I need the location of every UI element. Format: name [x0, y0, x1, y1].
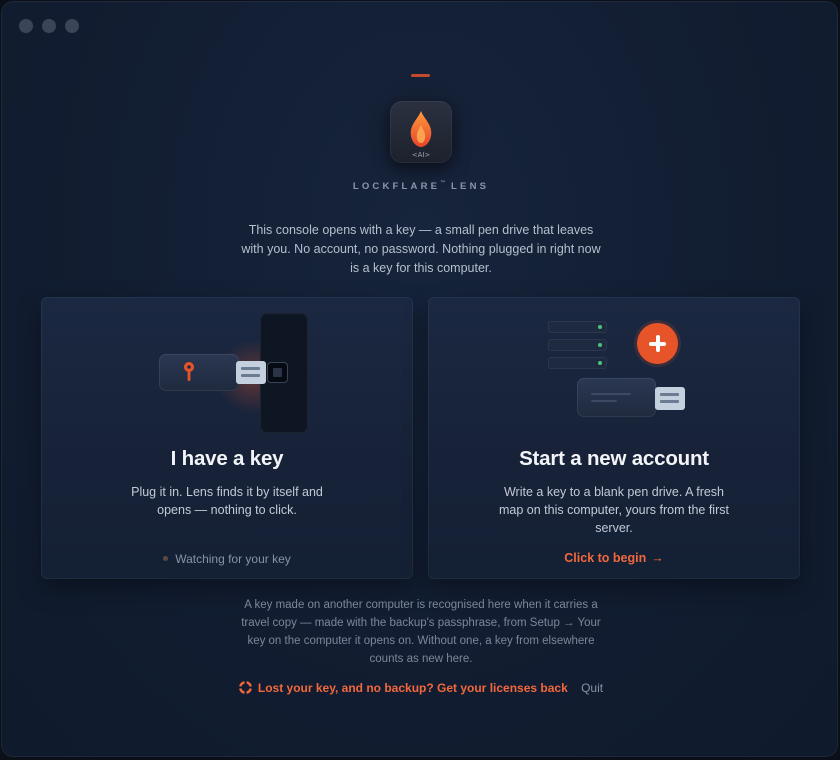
- watching-status: Watching for your key: [41, 552, 413, 566]
- server-rack-icon: [548, 321, 607, 333]
- plus-icon: [637, 323, 678, 364]
- have-key-card[interactable]: I have a key Plug it in. Lens finds it b…: [41, 297, 413, 579]
- travel-copy-note: A key made on another computer is recogn…: [241, 599, 601, 665]
- keyhole-icon: [184, 362, 194, 381]
- flame-icon: [410, 111, 432, 147]
- quit-button[interactable]: Quit: [581, 681, 603, 695]
- window-controls: [19, 19, 79, 33]
- arrow-right-icon: →: [651, 551, 664, 565]
- app-logo: <AI>: [390, 101, 452, 163]
- status-dot-icon: [163, 556, 169, 562]
- intro-text: This console opens with a key — a small …: [241, 223, 601, 275]
- usb-connector: [236, 361, 266, 384]
- card-title: Start a new account: [519, 447, 709, 470]
- close-window-button[interactable]: [19, 19, 33, 33]
- card-description: Write a key to a blank pen drive. A fres…: [499, 485, 729, 535]
- computer-port-illustration: [260, 313, 308, 433]
- card-description: Plug it in. Lens finds it by itself and …: [131, 485, 323, 517]
- logo-badge: <AI>: [411, 151, 431, 159]
- lifebuoy-icon: [238, 681, 252, 695]
- new-account-card[interactable]: Start a new account Write a key to a bla…: [428, 297, 800, 579]
- usb-connector: [655, 387, 685, 410]
- brand-name: LOCKFLARE™ LENS: [352, 180, 490, 192]
- blank-drive-icon: [577, 378, 656, 417]
- zoom-window-button[interactable]: [65, 19, 79, 33]
- card-title: I have a key: [170, 447, 284, 470]
- app-window: <AI> LOCKFLARE™ LENS This console opens …: [1, 1, 838, 757]
- begin-link[interactable]: Click to begin →: [428, 551, 800, 565]
- minimize-window-button[interactable]: [42, 19, 56, 33]
- usb-drive-body: [159, 354, 239, 391]
- recover-licenses-link[interactable]: Lost your key, and no backup? Get your l…: [238, 681, 571, 695]
- footer-links: Lost your key, and no backup? Get your l…: [1, 681, 838, 695]
